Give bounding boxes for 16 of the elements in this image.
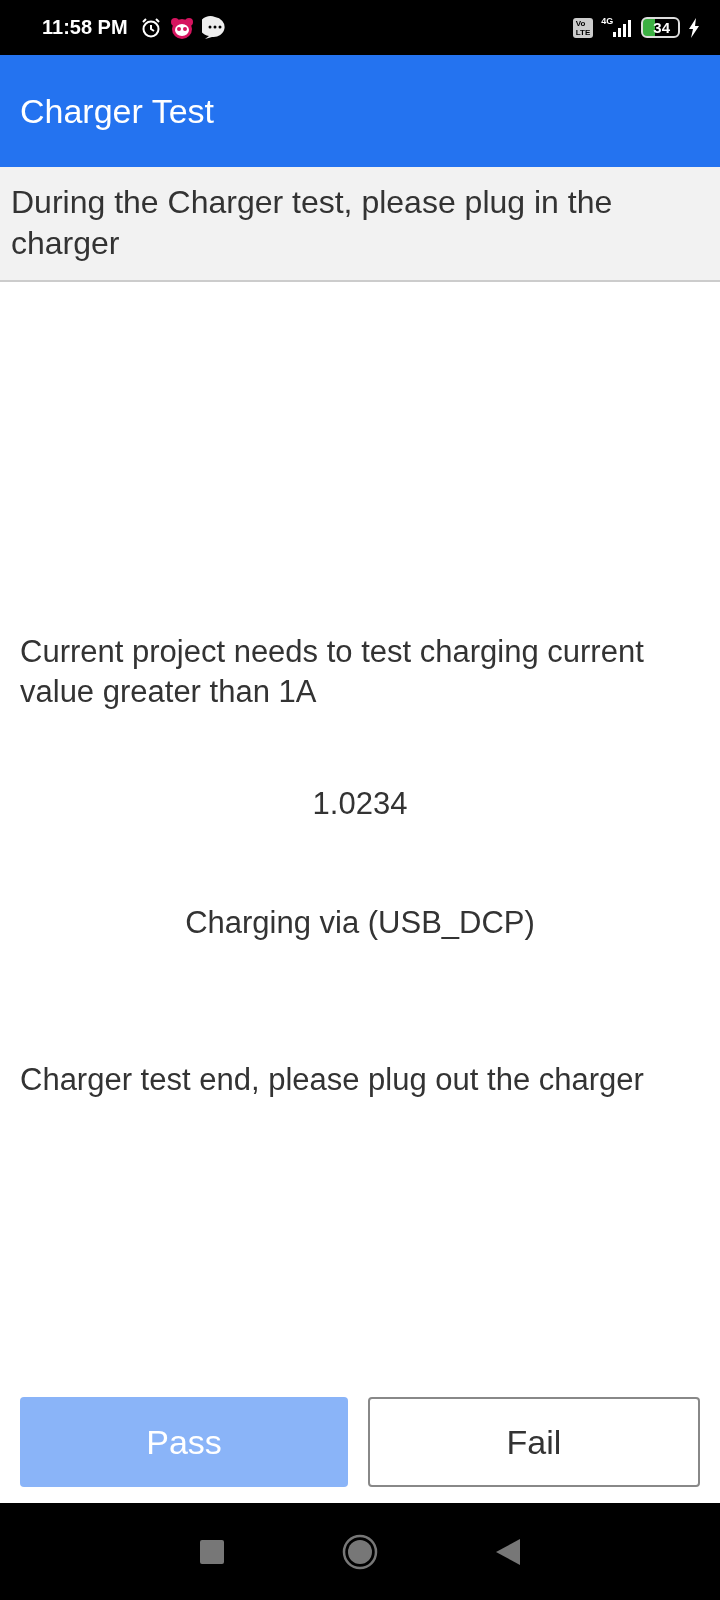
requirement-text: Current project needs to test charging current value greater than 1A: [20, 633, 645, 711]
instruction-text: During the Charger test, please plug in the charger: [11, 184, 613, 261]
charging-source: Charging via (USB_DCP): [184, 904, 536, 942]
fail-button[interactable]: Fail: [368, 1397, 700, 1487]
home-icon[interactable]: [342, 1533, 378, 1570]
network-type: 4G: [601, 16, 614, 26]
recents-icon[interactable]: [200, 1539, 224, 1564]
volte-badge: Vo LTE: [572, 17, 594, 38]
panda-icon: [169, 15, 194, 40]
charging-bolt-icon: [688, 17, 700, 38]
end-message: Charger test end, please plug out the charger: [20, 1061, 645, 1099]
back-icon[interactable]: [496, 1538, 520, 1565]
chat-bubble-icon: [201, 15, 228, 40]
current-value: 1.0234: [311, 785, 409, 823]
status-time: 11:58 PM: [42, 16, 128, 39]
app-title: Charger Test: [20, 91, 215, 131]
